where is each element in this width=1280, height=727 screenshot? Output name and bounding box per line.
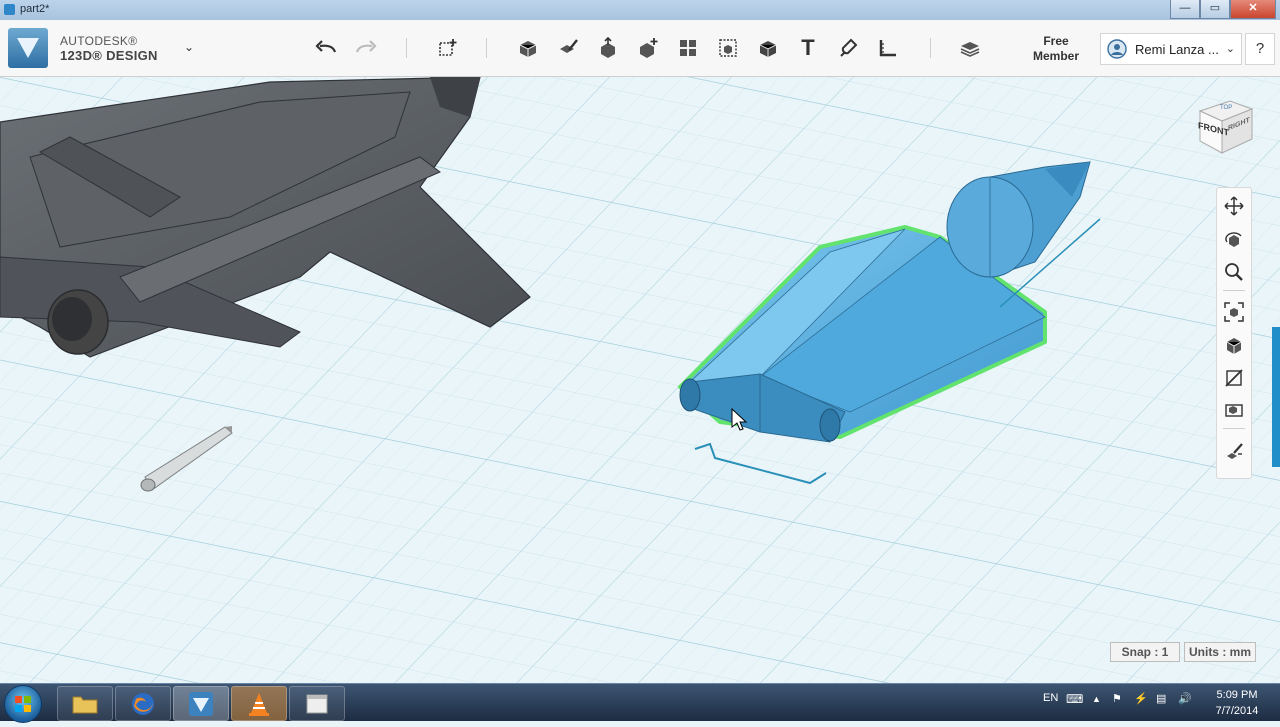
navigation-bar (1216, 187, 1252, 479)
visibility-icon (1225, 369, 1243, 387)
maximize-button[interactable]: ▭ (1200, 0, 1230, 19)
navbar-separator (1223, 428, 1245, 429)
transform-tool-button[interactable] (436, 36, 460, 60)
sketch-pencil-icon (560, 39, 578, 53)
3d-viewport[interactable]: FRONT RIGHT TOP Snap : 1 Units: mm (0, 77, 1280, 683)
transform-cube-icon (439, 39, 457, 56)
undo-button[interactable] (314, 36, 338, 60)
combine-icon (759, 41, 777, 57)
keyboard-icon[interactable]: ⌨ (1066, 692, 1083, 706)
user-account-dropdown[interactable]: Remi Lanza ... ⌄ (1100, 33, 1242, 65)
power-plug-icon[interactable]: ⚡ (1134, 692, 1148, 705)
construct-extrude-icon (601, 37, 615, 58)
windows-taskbar: EN ⌨ ▲ ⚑ ⚡ ▤ 🔊 5:09 PM 7/7/2014 (0, 683, 1280, 723)
zoom-magnifier-icon (1225, 263, 1243, 281)
window-title: part2* (20, 3, 50, 15)
construct-tool-button[interactable] (596, 36, 620, 60)
materials-tool-button[interactable] (958, 36, 982, 60)
pattern-grid-icon (680, 40, 696, 56)
fit-view-icon (1224, 302, 1244, 322)
window-icon (306, 694, 328, 713)
materials-layers-icon (960, 42, 980, 57)
action-center-flag-icon[interactable]: ⚑ (1112, 692, 1122, 705)
undo-arrow-icon (315, 40, 337, 53)
logo-triangle-icon (17, 38, 39, 58)
123d-design-icon (189, 691, 213, 716)
combine-tool-button[interactable] (756, 36, 780, 60)
zoom-button[interactable] (1222, 260, 1246, 284)
orbit-icon (1225, 232, 1242, 247)
pan-button[interactable] (1222, 194, 1246, 218)
perspective-button[interactable] (1222, 334, 1246, 358)
snap-tool-button[interactable] (836, 36, 860, 60)
render-mode-icon (1225, 404, 1243, 417)
app-menu-chevron-icon[interactable]: ⌄ (184, 40, 194, 54)
app-icon (4, 4, 15, 15)
start-button[interactable] (4, 685, 42, 723)
firefox-icon (132, 692, 154, 715)
window-controls: — ▭ ✕ (1170, 0, 1276, 19)
navbar-separator (1223, 290, 1245, 291)
vlc-cone-icon (249, 692, 269, 716)
measure-ruler-icon (879, 40, 896, 57)
modify-tool-button[interactable] (636, 36, 660, 60)
user-avatar-icon (1107, 39, 1127, 59)
text-tool-label: T (801, 35, 815, 60)
app-logo[interactable] (8, 28, 48, 68)
taskbar-window[interactable] (289, 686, 345, 721)
pan-arrows-icon (1224, 196, 1244, 216)
window-titlebar: part2* — ▭ ✕ (0, 0, 1280, 21)
materials-view-button[interactable] (1222, 440, 1246, 464)
redo-button[interactable] (354, 36, 378, 60)
fit-button[interactable] (1222, 300, 1246, 324)
primitives-icon (519, 41, 537, 57)
sketch-tool-button[interactable] (556, 36, 580, 60)
folder-icon (72, 696, 98, 713)
modify-icon (640, 38, 658, 58)
windows-logo-icon (15, 696, 31, 712)
taskbar-explorer[interactable] (57, 686, 113, 721)
perspective-cube-icon (1226, 338, 1242, 354)
tray-expand-icon[interactable]: ▲ (1092, 694, 1101, 704)
view-cube-top-label[interactable]: TOP (1220, 105, 1232, 111)
toolbar-separator (486, 38, 487, 58)
units-indicator[interactable]: Units : mm (1184, 642, 1256, 662)
grouping-icon (719, 39, 737, 57)
primitives-tool-button[interactable] (516, 36, 540, 60)
network-icon[interactable]: ▤ (1156, 692, 1166, 705)
measure-tool-button[interactable] (876, 36, 900, 60)
toolbar-separator (406, 38, 407, 58)
system-clock[interactable]: 5:09 PM 7/7/2014 (1202, 687, 1272, 719)
redo-arrow-icon (355, 40, 377, 53)
render-mode-button[interactable] (1222, 398, 1246, 422)
pattern-tool-button[interactable] (676, 36, 700, 60)
user-chevron-down-icon: ⌄ (1225, 43, 1235, 55)
brand-product: 123D® DESIGN (60, 48, 158, 63)
brand-company: AUTODESK® (60, 34, 138, 48)
grouping-tool-button[interactable] (716, 36, 740, 60)
snap-indicator[interactable]: Snap : 1 (1110, 642, 1180, 662)
orbit-button[interactable] (1222, 228, 1246, 252)
language-indicator[interactable]: EN (1043, 692, 1058, 704)
paint-brush-icon (1227, 443, 1243, 459)
text-tool-button[interactable]: T (796, 35, 820, 60)
help-button[interactable]: ? (1245, 33, 1275, 65)
visibility-button[interactable] (1222, 366, 1246, 390)
membership-label[interactable]: Free Member (1028, 34, 1084, 64)
main-toolbar: AUTODESK® 123D® DESIGN ⌄ T Free Member R… (0, 20, 1280, 77)
minimize-button[interactable]: — (1170, 0, 1200, 19)
scene-canvas[interactable] (0, 77, 1280, 683)
user-name: Remi Lanza ... (1135, 42, 1219, 57)
toolbar-separator (930, 38, 931, 58)
close-button[interactable]: ✕ (1230, 0, 1276, 19)
clock-time: 5:09 PM (1216, 689, 1258, 701)
taskbar-123d-design[interactable] (173, 686, 229, 721)
clock-date: 7/7/2014 (1215, 705, 1259, 717)
taskbar-vlc[interactable] (231, 686, 287, 721)
view-cube[interactable]: FRONT RIGHT TOP (1194, 95, 1258, 164)
side-panel-tab[interactable] (1272, 327, 1280, 467)
volume-speaker-icon[interactable]: 🔊 (1178, 692, 1192, 705)
taskbar-firefox[interactable] (115, 686, 171, 721)
snap-magnet-icon (840, 38, 858, 57)
